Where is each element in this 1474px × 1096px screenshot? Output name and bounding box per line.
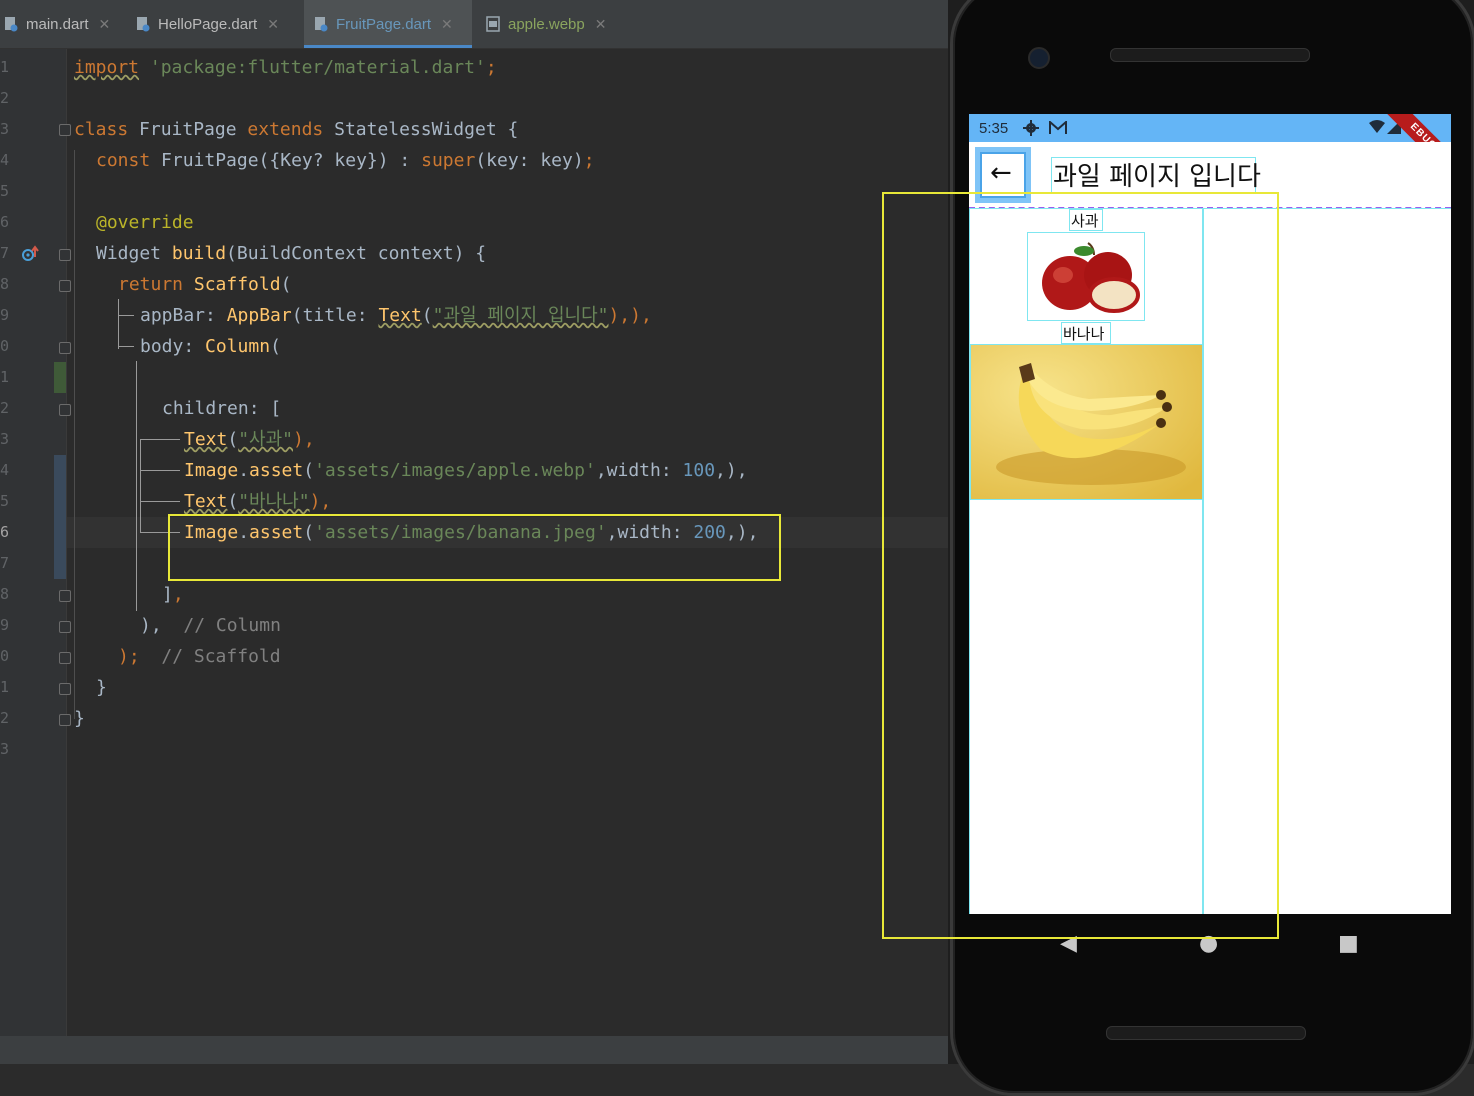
line-number: 2: [0, 89, 10, 107]
line-number: 7: [0, 554, 10, 572]
tab-label: HelloPage.dart: [158, 15, 258, 33]
code-editor[interactable]: 1 2 3 4 5 6 7 8 9 0 1 2 3 4 5 6 7 8 9 0 …: [0, 49, 948, 1036]
dart-file-icon: [314, 16, 328, 32]
fold-marker[interactable]: [59, 249, 71, 261]
fold-marker[interactable]: [59, 342, 71, 354]
line-number: 1: [0, 368, 10, 386]
line-number: 6: [0, 213, 10, 231]
dart-file-icon: [4, 16, 18, 32]
widget-tree-line: [136, 361, 137, 611]
code-line-14[interactable]: Image.asset('assets/images/apple.webp',w…: [184, 455, 748, 486]
tab-hellopage-dart[interactable]: HelloPage.dart ✕: [136, 0, 300, 48]
image-file-icon: [486, 16, 500, 32]
fold-marker[interactable]: [59, 124, 71, 136]
code-line-4[interactable]: const FruitPage({Key? key}) : super(key:…: [96, 145, 595, 176]
code-line-10[interactable]: body: Column(: [140, 331, 281, 362]
line-number: 5: [0, 182, 10, 200]
nav-recents-button[interactable]: ■: [1338, 931, 1359, 956]
widget-tree-line: [140, 501, 180, 502]
tab-apple-webp[interactable]: apple.webp ✕: [486, 0, 626, 48]
line-number: 7: [0, 244, 10, 262]
code-line-20[interactable]: ); // Scaffold: [118, 641, 281, 672]
line-number: 3: [0, 430, 10, 448]
line-number: 3: [0, 740, 10, 758]
fold-marker[interactable]: [59, 621, 71, 633]
fold-marker[interactable]: [59, 404, 71, 416]
widget-tree-line: [118, 299, 119, 349]
code-line-18[interactable]: ],: [162, 579, 184, 610]
fold-marker[interactable]: [59, 280, 71, 292]
code-line-9[interactable]: appBar: AppBar(title: Text("과일 페이지 입니다")…: [140, 300, 652, 331]
tab-label: FruitPage.dart: [336, 15, 432, 33]
front-camera: [1028, 47, 1050, 69]
close-icon[interactable]: ✕: [99, 16, 111, 33]
tab-label: apple.webp: [508, 15, 585, 33]
tab-label: main.dart: [26, 15, 89, 33]
widget-tree-line: [118, 346, 134, 347]
code-line-15[interactable]: Text("바나나"),: [184, 486, 331, 517]
gmail-icon: [1049, 119, 1067, 139]
app-bar-title: 과일 페이지 입니다: [1053, 162, 1261, 192]
widget-inspector-selection: [882, 192, 1279, 939]
override-method-icon[interactable]: [20, 244, 40, 268]
tab-fruitpage-dart[interactable]: FruitPage.dart ✕: [304, 0, 472, 48]
line-number: 8: [0, 585, 10, 603]
arrow-back-icon: ←: [990, 158, 1012, 188]
line-number: 9: [0, 616, 10, 634]
line-number-current: 6: [0, 523, 10, 541]
code-line-12[interactable]: children: [: [162, 393, 281, 424]
fold-marker[interactable]: [59, 652, 71, 664]
line-number: 5: [0, 492, 10, 510]
line-number: 3: [0, 120, 10, 138]
code-line-6[interactable]: @override: [96, 207, 194, 238]
widget-tree-line: [118, 315, 134, 316]
line-number: 0: [0, 647, 10, 665]
code-line-7[interactable]: Widget build(BuildContext context) {: [96, 238, 486, 269]
line-number: 0: [0, 337, 10, 355]
code-line-13[interactable]: Text("사과"),: [184, 424, 315, 455]
close-icon[interactable]: ✕: [267, 16, 279, 33]
fold-marker[interactable]: [59, 714, 71, 726]
close-icon[interactable]: ✕: [441, 16, 453, 33]
line-number: 4: [0, 461, 10, 479]
line-number: 2: [0, 399, 10, 417]
widget-tree-line: [140, 470, 180, 471]
bottom-status-strip: [0, 1036, 948, 1064]
code-line-21[interactable]: }: [96, 672, 107, 703]
code-line-8[interactable]: return Scaffold(: [118, 269, 291, 300]
selected-widget-highlight: [168, 514, 781, 581]
code-line-22[interactable]: }: [74, 703, 85, 734]
earpiece-speaker: [1110, 48, 1310, 62]
widget-tree-line: [140, 439, 180, 440]
bottom-speaker: [1106, 1026, 1306, 1040]
line-number: 1: [0, 678, 10, 696]
fold-marker[interactable]: [59, 683, 71, 695]
code-line-3[interactable]: class FruitPage extends StatelessWidget …: [74, 114, 518, 145]
line-number: 2: [0, 709, 10, 727]
fold-marker[interactable]: [59, 590, 71, 602]
status-time: 5:35: [979, 120, 1009, 137]
line-number: 1: [0, 58, 10, 76]
code-line-1[interactable]: import 'package:flutter/material.dart';: [74, 52, 497, 83]
android-status-bar: 5:35 EBUG: [969, 114, 1451, 179]
close-icon[interactable]: ✕: [595, 16, 607, 33]
settings-gear-icon: [1023, 120, 1039, 140]
widget-tree-line: [140, 439, 141, 533]
code-line-19[interactable]: ), // Column: [140, 610, 281, 641]
tab-main-dart[interactable]: main.dart ✕: [0, 0, 130, 48]
change-marker-added: [54, 362, 66, 393]
editor-tab-bar: main.dart ✕ HelloPage.dart ✕ FruitPage.d…: [0, 0, 948, 49]
line-number: 8: [0, 275, 10, 293]
line-number: 4: [0, 151, 10, 169]
indent-guide: [74, 150, 75, 719]
line-number: 9: [0, 306, 10, 324]
wifi-icon: [1369, 120, 1385, 138]
dart-file-icon: [136, 16, 150, 32]
change-marker-modified: [54, 455, 66, 579]
